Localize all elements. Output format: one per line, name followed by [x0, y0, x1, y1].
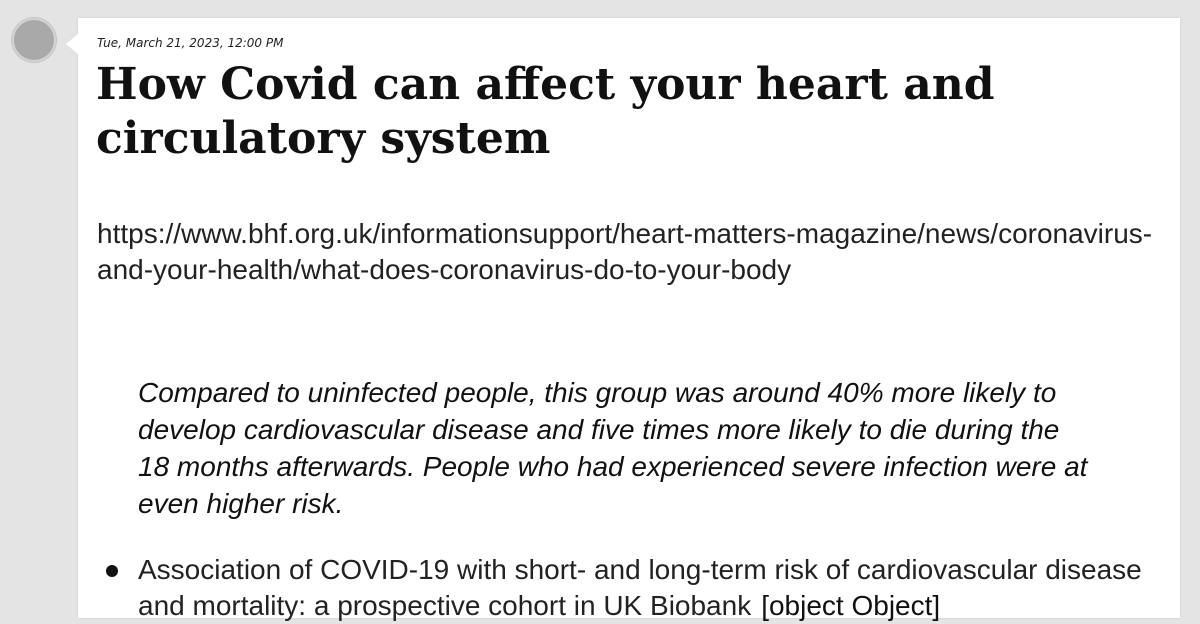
avatar[interactable]: [12, 18, 56, 62]
post-url-link[interactable]: https://www.bhf.org.uk/informationsuppor…: [97, 216, 1157, 288]
post-card: Tue, March 21, 2023, 12:00 PM How Covid …: [66, 18, 1180, 621]
bullet-icon: [106, 565, 118, 577]
reference-link[interactable]: Association of COVID-19 with short- and …: [138, 554, 1142, 621]
post-title: How Covid can affect your heart and circ…: [96, 59, 995, 164]
post-quote: Compared to uninfected people, this grou…: [138, 377, 1088, 519]
reference-extra: [object Object]: [761, 590, 941, 621]
reference-item: Association of COVID-19 with short- and …: [102, 552, 1162, 624]
reference-list: Association of COVID-19 with short- and …: [102, 552, 1162, 624]
post-timestamp: Tue, March 21, 2023, 12:00 PM: [97, 36, 284, 50]
